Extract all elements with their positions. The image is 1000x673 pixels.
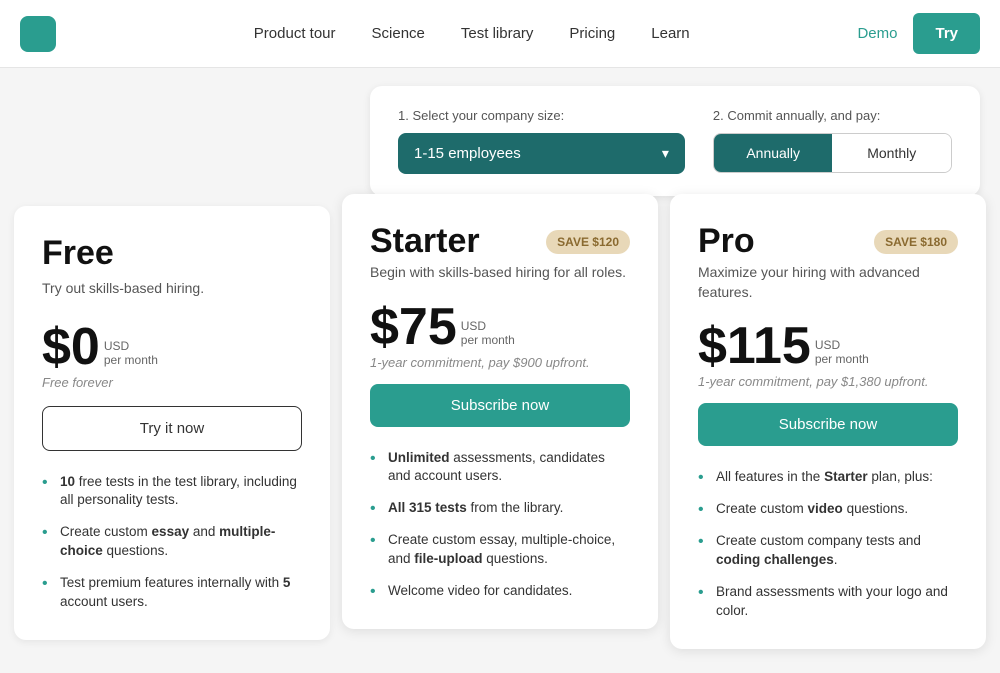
free-price-per: per month <box>104 353 158 367</box>
starter-price-usd: USD <box>461 319 515 333</box>
nav-cta-button[interactable]: Try <box>913 13 980 54</box>
pro-save-badge: SAVE $180 <box>874 230 958 254</box>
starter-cta-button[interactable]: Subscribe now <box>370 384 630 427</box>
bullet-icon: • <box>42 574 48 593</box>
company-size-label: 1. Select your company size: <box>398 108 685 123</box>
billing-monthly-btn[interactable]: Monthly <box>832 134 951 172</box>
free-price-row: $0 USD per month <box>42 321 302 373</box>
nav-links: Product tour Science Test library Pricin… <box>86 25 857 42</box>
free-feature-3: • Test premium features internally with … <box>42 574 302 612</box>
navigation: Product tour Science Test library Pricin… <box>0 0 1000 68</box>
free-plan-name: Free <box>42 234 302 273</box>
bullet-icon: • <box>42 473 48 492</box>
pricing-section: Free Try out skills-based hiring. $0 USD… <box>0 206 1000 673</box>
starter-price-meta: USD per month <box>461 319 515 353</box>
pro-feature-1: • All features in the Starter plan, plus… <box>698 468 958 487</box>
free-price-usd: USD <box>104 339 158 353</box>
pro-header-row: Pro SAVE $180 <box>698 222 958 261</box>
nav-logo <box>20 16 56 52</box>
bullet-icon: • <box>42 523 48 542</box>
starter-plan-name: Starter <box>370 222 480 261</box>
starter-features-list: • Unlimited assessments, candidates and … <box>370 449 630 601</box>
company-size-value: 1-15 employees <box>414 145 521 162</box>
bullet-icon: • <box>698 500 704 519</box>
selector-section: 1. Select your company size: 1-15 employ… <box>0 68 1000 206</box>
nav-demo-link[interactable]: Demo <box>857 25 897 42</box>
bullet-icon: • <box>698 532 704 551</box>
company-size-col: 1. Select your company size: 1-15 employ… <box>398 108 685 174</box>
nav-test-library[interactable]: Test library <box>461 25 534 42</box>
company-size-select[interactable]: 1-15 employees ▾ <box>398 133 685 174</box>
free-plan-subtitle: Try out skills-based hiring. <box>42 279 302 299</box>
free-feature-1: • 10 free tests in the test library, inc… <box>42 473 302 511</box>
bullet-icon: • <box>698 583 704 602</box>
starter-price-per: per month <box>461 333 515 347</box>
pro-price-usd: USD <box>815 338 869 352</box>
starter-save-badge: SAVE $120 <box>546 230 630 254</box>
pricing-card-starter: Starter SAVE $120 Begin with skills-base… <box>342 194 658 629</box>
bullet-icon: • <box>698 468 704 487</box>
starter-price-row: $75 USD per month <box>370 301 630 353</box>
nav-learn[interactable]: Learn <box>651 25 689 42</box>
free-feature-2: • Create custom essay and multiple-choic… <box>42 523 302 561</box>
pro-price-row: $115 USD per month <box>698 320 958 372</box>
pricing-card-pro: Pro SAVE $180 Maximize your hiring with … <box>670 194 986 649</box>
starter-plan-subtitle: Begin with skills-based hiring for all r… <box>370 263 630 283</box>
bullet-icon: • <box>370 449 376 468</box>
free-features-list: • 10 free tests in the test library, inc… <box>42 473 302 612</box>
starter-price-amount: $75 <box>370 301 457 353</box>
starter-commitment: 1-year commitment, pay $900 upfront. <box>370 355 630 370</box>
pro-price-meta: USD per month <box>815 338 869 372</box>
chevron-down-icon: ▾ <box>662 145 669 162</box>
nav-product-tour[interactable]: Product tour <box>254 25 336 42</box>
pro-feature-4: • Brand assessments with your logo and c… <box>698 583 958 621</box>
pro-cta-button[interactable]: Subscribe now <box>698 403 958 446</box>
pricing-card-free: Free Try out skills-based hiring. $0 USD… <box>14 206 330 640</box>
nav-pricing[interactable]: Pricing <box>569 25 615 42</box>
starter-feature-3: • Create custom essay, multiple-choice, … <box>370 531 630 569</box>
billing-toggle: Annually Monthly <box>713 133 952 173</box>
billing-label: 2. Commit annually, and pay: <box>713 108 952 123</box>
pro-plan-subtitle: Maximize your hiring with advanced featu… <box>698 263 958 302</box>
billing-col: 2. Commit annually, and pay: Annually Mo… <box>713 108 952 173</box>
pro-features-list: • All features in the Starter plan, plus… <box>698 468 958 620</box>
starter-feature-4: • Welcome video for candidates. <box>370 582 630 601</box>
starter-feature-1: • Unlimited assessments, candidates and … <box>370 449 630 487</box>
free-price-amount: $0 <box>42 321 100 373</box>
nav-science[interactable]: Science <box>372 25 425 42</box>
pro-feature-2: • Create custom video questions. <box>698 500 958 519</box>
pro-price-per: per month <box>815 352 869 366</box>
pro-plan-name: Pro <box>698 222 755 261</box>
pro-commitment: 1-year commitment, pay $1,380 upfront. <box>698 374 958 389</box>
free-price-meta: USD per month <box>104 339 158 373</box>
billing-annually-btn[interactable]: Annually <box>714 134 833 172</box>
starter-header-row: Starter SAVE $120 <box>370 222 630 261</box>
pro-price-amount: $115 <box>698 320 811 372</box>
free-cta-button[interactable]: Try it now <box>42 406 302 451</box>
pro-feature-3: • Create custom company tests and coding… <box>698 532 958 570</box>
selector-inner: 1. Select your company size: 1-15 employ… <box>398 108 952 174</box>
bullet-icon: • <box>370 499 376 518</box>
bullet-icon: • <box>370 582 376 601</box>
selector-box: 1. Select your company size: 1-15 employ… <box>370 86 980 196</box>
bullet-icon: • <box>370 531 376 550</box>
starter-feature-2: • All 315 tests from the library. <box>370 499 630 518</box>
free-note: Free forever <box>42 375 302 390</box>
